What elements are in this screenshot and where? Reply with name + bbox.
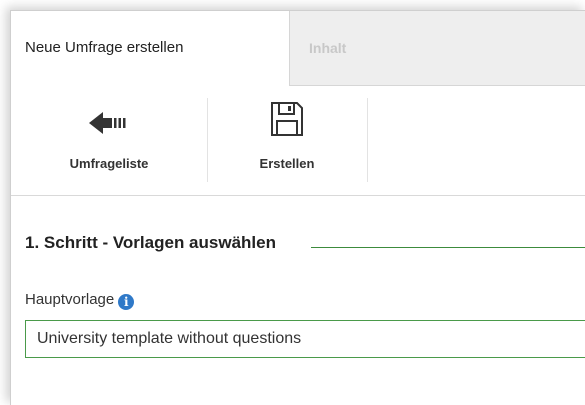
survey-list-button[interactable]: Umfrageliste: [11, 86, 207, 196]
toolbar-divider: [367, 98, 368, 182]
create-button[interactable]: Erstellen: [207, 86, 367, 196]
main-template-select[interactable]: University template without questions: [25, 320, 585, 358]
tab-new-survey[interactable]: Neue Umfrage erstellen: [11, 11, 290, 86]
section-title: 1. Schritt - Vorlagen auswählen: [25, 233, 286, 253]
section-rule: [311, 247, 585, 248]
tab-content[interactable]: Inhalt: [309, 11, 346, 85]
main-template-label: Hauptvorlage i: [25, 291, 135, 310]
survey-list-label: Umfrageliste: [69, 156, 149, 171]
main-template-label-text: Hauptvorlage: [25, 291, 115, 308]
tab-bar: Neue Umfrage erstellen Inhalt: [11, 11, 585, 86]
arrow-left-icon: [89, 112, 129, 139]
info-icon[interactable]: i: [118, 294, 135, 310]
floppy-disk-icon: [270, 101, 304, 142]
toolbar: Umfrageliste Erstellen: [11, 86, 585, 196]
toolbar-separator: [11, 195, 585, 196]
create-label: Erstellen: [259, 156, 315, 171]
survey-editor-window: Neue Umfrage erstellen Inhalt Umfragelis…: [10, 10, 585, 405]
